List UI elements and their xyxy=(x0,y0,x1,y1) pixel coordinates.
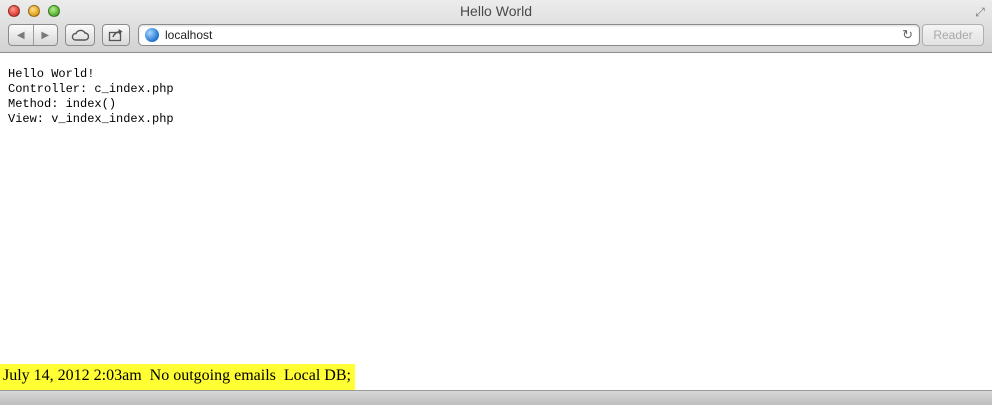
forward-button[interactable]: ▶ xyxy=(33,25,57,45)
cloud-icon xyxy=(71,29,89,41)
window-title: Hello World xyxy=(459,3,533,19)
text-line: View: v_index_index.php xyxy=(8,112,174,126)
back-forward-group: ◀ ▶ xyxy=(8,24,58,46)
right-triangle-icon: ▶ xyxy=(41,29,50,41)
status-bar xyxy=(0,390,992,405)
url-field[interactable]: localhost xyxy=(165,28,212,42)
share-icon xyxy=(108,29,123,42)
address-bar[interactable]: localhost ↻ xyxy=(138,24,920,46)
title-bar: Hello World ⤢ ◀ ▶ localhost ↻ Reader xyxy=(0,0,992,53)
share-button[interactable] xyxy=(102,24,130,46)
left-triangle-icon: ◀ xyxy=(16,29,25,41)
text-line: Controller: c_index.php xyxy=(8,82,174,96)
page-content: Hello World! Controller: c_index.php Met… xyxy=(0,54,992,390)
fullscreen-icon[interactable]: ⤢ xyxy=(973,5,987,19)
icloud-tabs-button[interactable] xyxy=(65,24,95,46)
page-text: Hello World! Controller: c_index.php Met… xyxy=(8,67,174,127)
back-button[interactable]: ◀ xyxy=(9,25,33,45)
text-line: Hello World! xyxy=(8,67,95,81)
text-line: Method: index() xyxy=(8,97,117,111)
reader-button[interactable]: Reader xyxy=(922,24,984,46)
globe-icon xyxy=(145,28,159,42)
debug-footer: July 14, 2012 2:03am No outgoing emails … xyxy=(0,364,355,390)
reload-icon[interactable]: ↻ xyxy=(902,27,913,43)
browser-window: Hello World ⤢ ◀ ▶ localhost ↻ Reader Hel… xyxy=(0,0,992,405)
